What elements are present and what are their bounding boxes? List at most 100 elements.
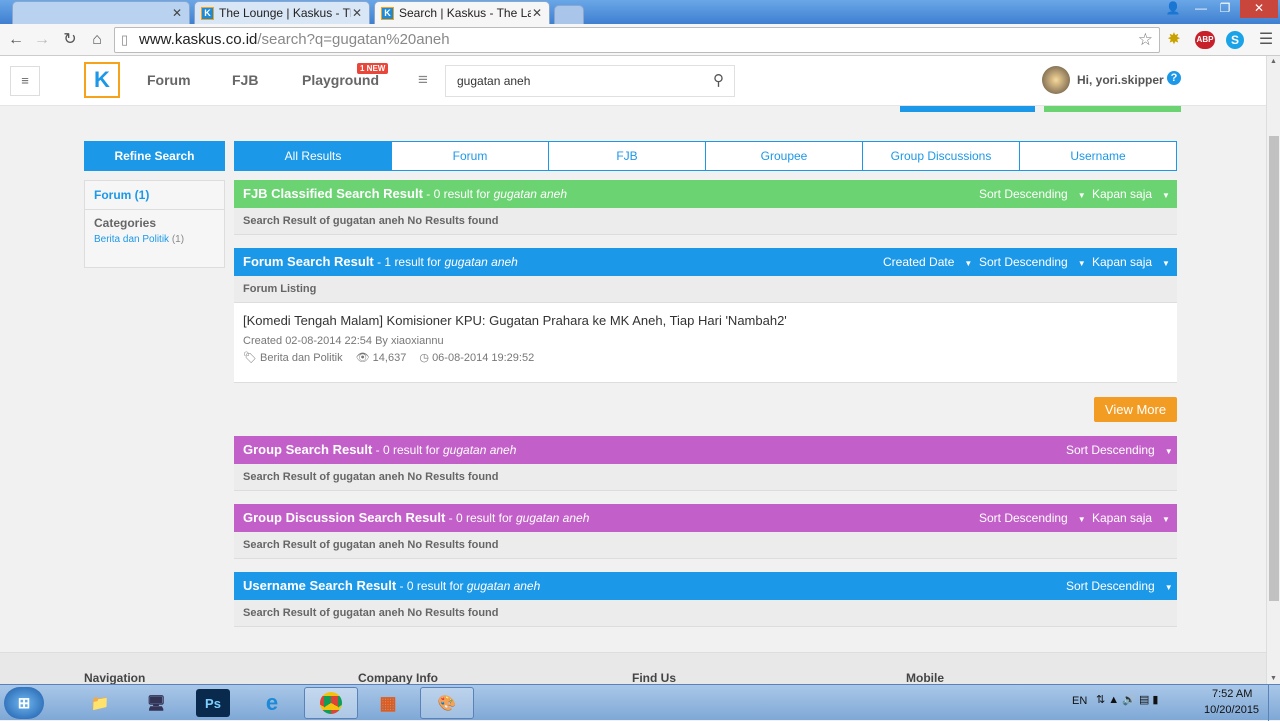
empty-result: Search Result of gugatan aneh No Results… bbox=[234, 464, 1177, 491]
sort-dropdown[interactable]: Sort Descending ▼ bbox=[979, 248, 1086, 278]
language-indicator[interactable]: EN bbox=[1072, 695, 1087, 707]
date-dropdown[interactable]: Created Date ▼ bbox=[883, 248, 972, 278]
section-title: Forum Search Result bbox=[243, 254, 374, 269]
caret-down-icon: ▼ bbox=[1162, 515, 1170, 524]
forum-filter[interactable]: Forum (1) bbox=[85, 181, 224, 210]
tab-username[interactable]: Username bbox=[1019, 142, 1176, 170]
query-text: gugatan aneh bbox=[515, 511, 590, 525]
sort-dropdown[interactable]: Sort Descending ▼ bbox=[1066, 572, 1173, 602]
url-path: /search?q=gugatan%20aneh bbox=[257, 31, 450, 48]
address-bar[interactable]: ▯ www.kaskus.co.id/search?q=gugatan%20an… bbox=[114, 27, 1160, 53]
hamburger-icon[interactable]: ≡ bbox=[10, 66, 40, 96]
show-desktop-button[interactable] bbox=[1268, 685, 1280, 721]
close-tab-icon[interactable]: ✕ bbox=[531, 6, 543, 20]
close-tab-icon[interactable]: ✕ bbox=[351, 6, 363, 20]
result-count: - 0 result for bbox=[445, 511, 516, 525]
kaskus-logo[interactable]: K bbox=[84, 62, 120, 98]
restore-icon[interactable]: ❐ bbox=[1212, 0, 1238, 18]
internet-explorer-icon[interactable]: e bbox=[252, 687, 292, 719]
tab-forum[interactable]: Forum bbox=[391, 142, 548, 170]
forward-icon[interactable]: → bbox=[32, 30, 52, 50]
scrollbar[interactable]: ▲ ▼ bbox=[1266, 56, 1280, 684]
skype-icon[interactable]: S bbox=[1226, 31, 1244, 49]
browser-tab-3[interactable]: K Search | Kaskus - The Larg ✕ bbox=[374, 1, 550, 24]
reload-icon[interactable]: ↻ bbox=[60, 30, 80, 50]
category-link[interactable]: Berita dan Politik bbox=[94, 234, 169, 245]
query-text: gugatan aneh bbox=[443, 443, 517, 457]
menu-icon[interactable]: ≡ bbox=[418, 70, 428, 90]
thread-category[interactable]: Berita dan Politik bbox=[260, 352, 343, 364]
refine-panel: Forum (1) Categories Berita dan Politik … bbox=[84, 180, 225, 268]
paint-icon[interactable]: 🎨 bbox=[420, 687, 474, 719]
new-badge: 1 NEW bbox=[357, 63, 389, 74]
username-section-header: Username Search Result - 0 result for gu… bbox=[234, 572, 1177, 600]
search-icon[interactable]: ⚲ bbox=[713, 66, 724, 96]
tab-group-discussions[interactable]: Group Discussions bbox=[862, 142, 1019, 170]
user-greeting[interactable]: Hi, yori.skipper bbox=[1077, 73, 1164, 87]
time-dropdown[interactable]: Kapan saja ▼ bbox=[1092, 504, 1170, 534]
sort-dropdown[interactable]: Sort Descending ▼ bbox=[979, 504, 1086, 534]
avatar[interactable] bbox=[1042, 66, 1070, 94]
menu-icon[interactable]: ☰ bbox=[1256, 30, 1276, 50]
tab-all-results[interactable]: All Results bbox=[235, 142, 391, 170]
new-tab-button[interactable] bbox=[554, 5, 584, 24]
back-icon[interactable]: ← bbox=[6, 30, 26, 50]
start-button[interactable]: ⊞ bbox=[4, 687, 44, 719]
app-grid-icon[interactable]: ▦ bbox=[368, 687, 408, 719]
extension-gear-icon[interactable]: ✸ bbox=[1164, 30, 1184, 50]
chrome-icon[interactable] bbox=[304, 687, 358, 719]
refine-search-button[interactable]: Refine Search bbox=[84, 141, 225, 171]
nav-playground[interactable]: Playground bbox=[302, 72, 379, 88]
scrollbar-thumb[interactable] bbox=[1269, 136, 1279, 601]
result-count: - 1 result for bbox=[373, 255, 445, 269]
explorer-icon[interactable]: 📁 bbox=[80, 687, 120, 719]
category-item[interactable]: Berita dan Politik (1) bbox=[85, 230, 224, 245]
tab-strip: ✕ K The Lounge | Kaskus - The ✕ K Search… bbox=[0, 0, 1280, 24]
nav-fjb[interactable]: FJB bbox=[232, 72, 258, 88]
clock-date[interactable]: 10/20/2015 bbox=[1204, 704, 1259, 716]
view-more-button[interactable]: View More bbox=[1094, 397, 1177, 422]
group-section-header: Group Search Result - 0 result for gugat… bbox=[234, 436, 1177, 464]
clock-time[interactable]: 7:52 AM bbox=[1212, 688, 1252, 700]
adblock-icon[interactable]: ABP bbox=[1195, 31, 1215, 49]
sort-label: Sort Descending bbox=[1066, 443, 1155, 457]
thread-last-post: 06-08-2014 19:29:52 bbox=[432, 352, 535, 364]
footer-find-us: Find Us bbox=[632, 671, 676, 685]
tab-groupee[interactable]: Groupee bbox=[705, 142, 862, 170]
section-title: Group Discussion Search Result bbox=[243, 510, 446, 525]
close-tab-icon[interactable]: ✕ bbox=[171, 6, 183, 20]
minimize-icon[interactable]: — bbox=[1188, 0, 1214, 18]
browser-tab-1[interactable]: ✕ bbox=[12, 1, 190, 24]
help-icon[interactable]: ? bbox=[1167, 71, 1181, 85]
photoshop-icon[interactable]: Ps bbox=[196, 689, 230, 717]
scroll-down-icon[interactable]: ▼ bbox=[1270, 675, 1277, 682]
home-icon[interactable]: ⌂ bbox=[87, 30, 107, 50]
site-header: ≡ K Forum FJB Playground 1 NEW ≡ gugatan… bbox=[0, 56, 1266, 106]
sort-dropdown[interactable]: Sort Descending ▼ bbox=[979, 180, 1086, 210]
windows-taskbar: ⊞ 📁 🖥 Ps e ▦ 🎨 EN ⇅ ▲ 🔊 ▤ ▮ 7:52 AM 10/2… bbox=[0, 684, 1280, 721]
time-dropdown[interactable]: Kapan saja ▼ bbox=[1092, 180, 1170, 210]
nav-forum[interactable]: Forum bbox=[147, 72, 191, 88]
sort-dropdown[interactable]: Sort Descending ▼ bbox=[1066, 436, 1173, 466]
result-count: - 0 result for bbox=[396, 579, 467, 593]
thread-title-link[interactable]: [Komedi Tengah Malam] Komisioner KPU: Gu… bbox=[243, 313, 787, 328]
action-button[interactable] bbox=[1044, 106, 1181, 112]
time-label: Kapan saja bbox=[1092, 511, 1153, 525]
tray-icons[interactable]: ⇅ ▲ 🔊 ▤ ▮ bbox=[1096, 693, 1158, 706]
bookmark-star-icon[interactable]: ☆ bbox=[1138, 28, 1153, 52]
eye-icon: 👁 bbox=[355, 352, 370, 364]
search-input[interactable]: gugatan aneh ⚲ bbox=[445, 65, 735, 97]
section-title: Group Search Result bbox=[243, 442, 373, 457]
section-title: FJB Classified Search Result bbox=[243, 186, 423, 201]
computer-icon[interactable]: 🖥 bbox=[136, 687, 176, 719]
tab-fjb[interactable]: FJB bbox=[548, 142, 705, 170]
user-icon[interactable]: 👤 bbox=[1160, 0, 1186, 18]
list-item: [Komedi Tengah Malam] Komisioner KPU: Gu… bbox=[234, 303, 1177, 383]
search-value: gugatan aneh bbox=[457, 74, 531, 88]
time-label: Kapan saja bbox=[1092, 187, 1153, 201]
browser-tab-2[interactable]: K The Lounge | Kaskus - The ✕ bbox=[194, 1, 370, 24]
scroll-up-icon[interactable]: ▲ bbox=[1270, 58, 1277, 65]
action-button[interactable] bbox=[900, 106, 1035, 112]
time-dropdown[interactable]: Kapan saja ▼ bbox=[1092, 248, 1170, 278]
close-window-icon[interactable]: ✕ bbox=[1240, 0, 1278, 18]
